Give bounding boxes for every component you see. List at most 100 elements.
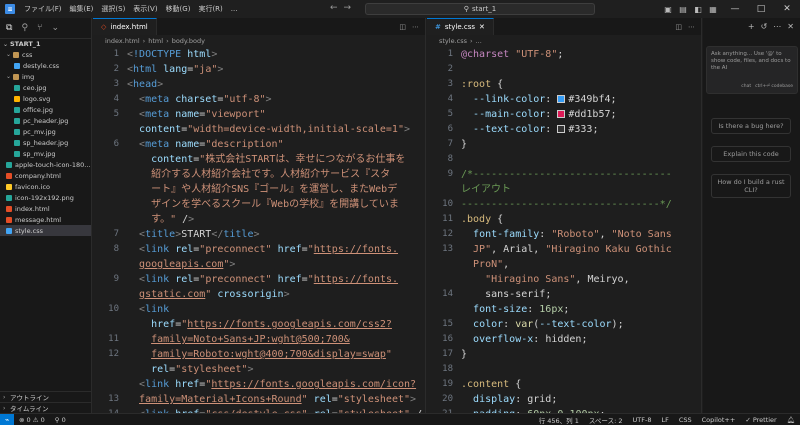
tab-index-html[interactable]: ◇ index.html xyxy=(93,18,157,35)
status-bar: ⌁ ⊗ 0 ⚠ 0 ⚲ 0 行 456、列 1 スペース: 2 UTF-8 LF… xyxy=(0,413,800,425)
breadcrumb-item[interactable]: html xyxy=(148,37,163,45)
tree-file[interactable]: ceo.jpg xyxy=(0,82,91,93)
source-control-icon[interactable]: ⑂ xyxy=(37,23,42,33)
copilot-status[interactable]: Copilot++ xyxy=(697,416,741,424)
search-icon[interactable]: ⚲ xyxy=(21,23,28,33)
more-actions-icon[interactable]: ⋯ xyxy=(412,23,419,31)
files-icon[interactable]: ⧉ xyxy=(6,23,12,33)
problems-indicator[interactable]: ⊗ 0 ⚠ 0 xyxy=(14,416,50,424)
tree-file[interactable]: logo.svg xyxy=(0,93,91,104)
chat-submit-hint[interactable]: chat xyxy=(741,83,751,90)
code-editor-html[interactable]: 1 <!DOCTYPE html> 2 <html lang="ja"> 3 <hea… xyxy=(93,47,425,413)
code-line: <meta name="viewport" xyxy=(139,109,266,120)
color-swatch-main[interactable] xyxy=(557,110,566,118)
tree-file[interactable]: icon-192x192.png xyxy=(0,192,91,203)
editor-group-html: ◇ index.html ◫ ⋯ index.html › html › bod… xyxy=(93,18,426,413)
menu-view[interactable]: 表示(V) xyxy=(129,4,161,14)
split-editor-icon[interactable]: ◫ xyxy=(399,23,406,31)
tree-file[interactable]: message.html xyxy=(0,214,91,225)
ico-file-icon xyxy=(6,183,12,190)
line-number: 5 xyxy=(113,109,119,119)
prettier-status[interactable]: ✓ Prettier xyxy=(740,416,781,424)
breadcrumb-item[interactable]: style.css xyxy=(439,37,467,45)
timeline-panel-header[interactable]: › タイムライン xyxy=(0,402,92,413)
split-editor-icon[interactable]: ◫ xyxy=(675,23,682,31)
outline-panel-header[interactable]: › アウトライン xyxy=(0,391,92,402)
menu-more[interactable]: ... xyxy=(227,5,242,13)
command-center-search[interactable]: ⚲ start_1 xyxy=(365,3,595,15)
tree-file[interactable]: style.css xyxy=(0,225,91,236)
tree-file[interactable]: sp_mv.jpg xyxy=(0,148,91,159)
tree-file[interactable]: destyle.css xyxy=(0,60,91,71)
line-number: 7 xyxy=(113,229,119,239)
more-options-icon[interactable]: ⋯ xyxy=(773,22,781,31)
history-icon[interactable]: ↺ xyxy=(761,22,768,31)
code-line: <link xyxy=(139,304,170,315)
code-editor-css[interactable]: 1 @charset "UTF-8"; 2 3:root { 4 --link-c… xyxy=(427,47,701,413)
tree-file[interactable]: index.html xyxy=(0,203,91,214)
tree-file[interactable]: sp_header.jpg xyxy=(0,137,91,148)
line-number: 10 xyxy=(108,304,119,314)
menu-go[interactable]: 移動(G) xyxy=(162,4,195,14)
line-number xyxy=(93,287,127,302)
breadcrumb-item[interactable]: body.body xyxy=(172,37,205,45)
line-number xyxy=(93,362,127,377)
breadcrumb-item[interactable]: index.html xyxy=(105,37,140,45)
indentation[interactable]: スペース: 2 xyxy=(584,415,628,425)
line-number xyxy=(427,272,461,287)
chat-input[interactable]: Ask anything... Use '@' to show code, fi… xyxy=(706,46,798,94)
minimize-icon[interactable]: — xyxy=(722,4,748,14)
close-icon[interactable]: ✕ xyxy=(774,4,800,14)
close-tab-icon[interactable]: ✕ xyxy=(479,23,485,31)
tab-style-css[interactable]: # style.css ✕ xyxy=(427,18,494,35)
remote-indicator-icon[interactable]: ⌁ xyxy=(0,413,14,425)
new-chat-icon[interactable]: + xyxy=(748,22,755,31)
chevron-down-icon[interactable]: ⌄ xyxy=(51,23,59,33)
language-mode[interactable]: CSS xyxy=(674,416,697,424)
tree-file[interactable]: apple-touch-icon-180... xyxy=(0,159,91,170)
ports-indicator[interactable]: ⚲ 0 xyxy=(50,416,71,424)
tree-folder[interactable]: ⌄ img xyxy=(0,71,91,82)
line-number: 13 xyxy=(442,244,453,254)
more-actions-icon[interactable]: ⋯ xyxy=(688,23,695,31)
back-arrow-icon[interactable]: ← xyxy=(330,3,338,13)
tree-file[interactable]: pc_mv.jpg xyxy=(0,126,91,137)
line-number xyxy=(93,377,127,392)
code-line: display: grid; xyxy=(473,394,558,405)
code-line: <head> xyxy=(127,79,164,90)
close-panel-icon[interactable]: ✕ xyxy=(787,22,794,31)
suggestion-explain[interactable]: Explain this code xyxy=(711,146,791,162)
notifications-bell-icon[interactable]: 🔔︎ xyxy=(782,416,800,424)
menu-run[interactable]: 実行(R) xyxy=(194,4,226,14)
encoding[interactable]: UTF-8 xyxy=(628,416,657,424)
menu-selection[interactable]: 選択(S) xyxy=(97,4,129,14)
line-number: 8 xyxy=(113,244,119,254)
explorer-root-folder[interactable]: ⌄ START_1 xyxy=(0,38,91,49)
tree-file[interactable]: company.html xyxy=(0,170,91,181)
color-swatch-text[interactable] xyxy=(557,125,566,133)
breadcrumb-item[interactable]: ... xyxy=(476,37,482,45)
toggle-secondary-sidebar-icon[interactable]: ◧ xyxy=(692,5,704,14)
toggle-panel-icon[interactable]: ▤ xyxy=(677,5,689,14)
suggestion-rust-cli[interactable]: How do I build a rust CLI? xyxy=(711,174,791,198)
customize-layout-icon[interactable]: ▦ xyxy=(707,5,719,14)
menu-file[interactable]: ファイル(F) xyxy=(20,4,66,14)
end-of-line[interactable]: LF xyxy=(656,416,673,424)
app-logo-icon[interactable]: ≡ xyxy=(5,4,15,14)
html-file-icon xyxy=(6,216,12,223)
maximize-icon[interactable]: □ xyxy=(748,4,774,14)
line-number: 6 xyxy=(447,124,453,134)
toggle-sidebar-icon[interactable]: ▣ xyxy=(662,5,674,14)
tree-folder[interactable]: ⌄ css xyxy=(0,49,91,60)
forward-arrow-icon[interactable]: → xyxy=(344,3,352,13)
menu-edit[interactable]: 編集(E) xyxy=(66,4,98,14)
cursor-position[interactable]: 行 456、列 1 xyxy=(534,415,584,425)
suggestion-bug[interactable]: Is there a bug here? xyxy=(711,118,791,134)
tree-file[interactable]: pc_header.jpg xyxy=(0,115,91,126)
color-swatch-link[interactable] xyxy=(557,95,566,103)
code-line: color: var(--text-color); xyxy=(473,319,624,330)
tree-file[interactable]: office.jpg xyxy=(0,104,91,115)
codebase-submit-hint[interactable]: ctrl+⏎ codebase xyxy=(755,83,793,90)
code-line: :root { xyxy=(461,79,504,90)
tree-file[interactable]: favicon.ico xyxy=(0,181,91,192)
